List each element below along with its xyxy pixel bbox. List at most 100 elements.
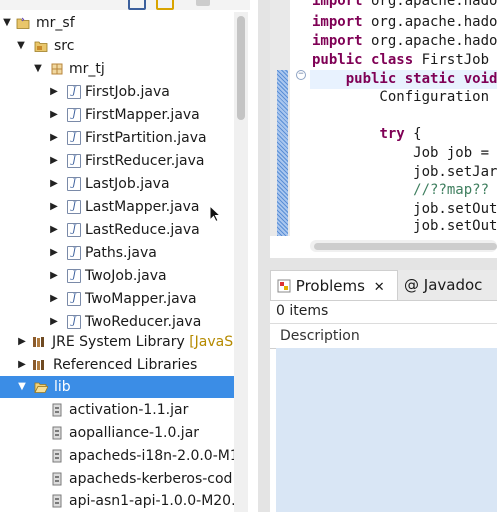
code-text: job.setJar — [312, 164, 497, 180]
mouse-pointer-icon — [209, 205, 221, 223]
package-label: mr_tj — [69, 61, 105, 77]
problems-view: Problems ✕ @ Javadoc 0 items Description — [270, 270, 497, 512]
file-node[interactable]: ▶ J FirstJob.java — [0, 81, 234, 103]
open-folder-icon — [34, 382, 48, 393]
code-comment: //??map?? — [413, 182, 490, 198]
view-menu-icon[interactable] — [196, 0, 210, 6]
code-line[interactable]: import org.apache.hado — [312, 0, 497, 11]
java-file-icon: J — [67, 246, 81, 260]
code-keyword: try — [379, 126, 405, 142]
lib-folder-label: lib — [54, 379, 71, 395]
file-node[interactable]: ▶ J LastJob.java — [0, 173, 234, 195]
expand-arrow-icon[interactable]: ▶ — [48, 219, 60, 241]
project-node[interactable]: ▼ mr_sf — [0, 12, 234, 34]
expand-arrow-icon[interactable]: ▶ — [48, 265, 60, 287]
editor-hscrollbar-thumb[interactable] — [314, 243, 497, 250]
jre-library-label: JRE System Library — [52, 334, 185, 350]
jar-icon — [52, 403, 62, 417]
table-header[interactable]: Description — [270, 323, 497, 349]
package-node[interactable]: ▼ mr_tj — [0, 58, 234, 80]
jar-node[interactable]: activation-1.1.jar — [0, 399, 234, 421]
expand-arrow-icon[interactable]: ▶ — [16, 354, 28, 376]
expand-arrow-icon[interactable]: ▶ — [48, 150, 60, 172]
problems-count: 0 items — [276, 303, 329, 319]
file-node[interactable]: ▶ J LastReduce.java — [0, 219, 234, 241]
code-line[interactable]: Job job = — [312, 144, 489, 163]
code-line[interactable]: public static void — [312, 70, 497, 89]
expand-arrow-icon[interactable]: ▼ — [32, 58, 44, 80]
lib-folder-node[interactable]: ▼ lib — [0, 376, 234, 398]
expand-arrow-icon[interactable]: ▼ — [16, 376, 28, 398]
jar-node[interactable]: aopalliance-1.0.jar — [0, 422, 234, 444]
java-editor[interactable]: − import org.apache.hado import org.apach… — [270, 0, 497, 260]
code-line[interactable]: job.setJar — [312, 163, 497, 182]
jre-library-node[interactable]: ▶ JRE System Library [JavaS — [0, 331, 234, 353]
tab-javadoc-label: @ Javadoc — [404, 276, 483, 294]
code-line[interactable]: try { — [312, 125, 422, 144]
editor-sash[interactable] — [270, 258, 497, 270]
code-text: { — [404, 126, 422, 142]
problems-table-body[interactable] — [276, 348, 497, 512]
library-icon — [33, 337, 44, 347]
code-line[interactable]: job.setOut — [312, 217, 497, 236]
column-description[interactable]: Description — [280, 324, 360, 348]
code-keyword: import — [312, 14, 363, 30]
code-keyword: class — [371, 52, 414, 68]
code-keyword: import — [312, 0, 363, 9]
jar-node[interactable]: apacheds-i18n-2.0.0-M1 — [0, 445, 239, 467]
file-label: FirstPartition.java — [85, 130, 207, 146]
expand-arrow-icon[interactable]: ▶ — [48, 127, 60, 149]
jar-node[interactable]: apacheds-kerberos-cod — [0, 468, 234, 490]
code-text: org.apache.hado — [362, 14, 497, 30]
jar-label: apacheds-kerberos-cod — [69, 471, 233, 487]
expand-arrow-icon[interactable]: ▼ — [1, 12, 13, 34]
collapse-fold-icon[interactable]: − — [296, 70, 306, 80]
code-line[interactable]: Configuration — [312, 88, 489, 107]
file-node[interactable]: ▶ J FirstMapper.java — [0, 104, 234, 126]
file-label: LastReduce.java — [85, 222, 200, 238]
expand-arrow-icon[interactable]: ▶ — [16, 331, 28, 353]
code-keyword: static — [404, 71, 456, 87]
expand-arrow-icon[interactable]: ▶ — [48, 104, 60, 126]
java-file-icon: J — [67, 200, 81, 214]
code-line[interactable]: import org.apache.hado — [312, 13, 497, 32]
jar-label: apacheds-i18n-2.0.0-M1 — [69, 448, 239, 464]
src-folder-node[interactable]: ▼ src — [0, 35, 234, 57]
expand-arrow-icon[interactable]: ▶ — [48, 173, 60, 195]
code-line[interactable]: public class FirstJob — [312, 51, 489, 70]
link-editor-icon[interactable] — [156, 0, 174, 10]
expand-arrow-icon[interactable]: ▶ — [48, 196, 60, 218]
expand-arrow-icon[interactable]: ▶ — [48, 288, 60, 310]
code-line[interactable]: //??map?? — [312, 181, 489, 200]
view-sash[interactable] — [258, 0, 270, 512]
file-node[interactable]: ▶ J TwoMapper.java — [0, 288, 234, 310]
explorer-scrollbar-thumb[interactable] — [237, 16, 245, 120]
file-node[interactable]: ▶ J Paths.java — [0, 242, 234, 264]
expand-arrow-icon[interactable]: ▶ — [48, 81, 60, 103]
code-text: Job job = — [312, 145, 490, 161]
tab-problems-label: Problems — [295, 277, 365, 295]
expand-arrow-icon[interactable]: ▶ — [48, 311, 60, 333]
tab-javadoc[interactable]: @ Javadoc — [404, 270, 497, 300]
file-node[interactable]: ▶ J FirstPartition.java — [0, 127, 234, 149]
jar-node[interactable]: api-asn1-api-1.0.0-M20. — [0, 490, 236, 512]
close-icon[interactable]: ✕ — [374, 280, 385, 295]
file-node[interactable]: ▶ J TwoReducer.java — [0, 311, 234, 333]
code-keyword: void — [463, 71, 497, 87]
file-label: LastMapper.java — [85, 199, 200, 215]
file-label: LastJob.java — [85, 176, 170, 192]
referenced-libraries-node[interactable]: ▶ Referenced Libraries — [0, 354, 234, 376]
collapse-all-icon[interactable] — [128, 0, 146, 10]
file-label: FirstReducer.java — [85, 153, 205, 169]
code-text: org.apache.hado — [362, 33, 497, 49]
file-node[interactable]: ▶ J TwoJob.java — [0, 265, 234, 287]
expand-arrow-icon[interactable]: ▼ — [15, 35, 27, 57]
code-line[interactable]: import org.apache.hado — [312, 32, 497, 51]
file-node[interactable]: ▶ J FirstReducer.java — [0, 150, 234, 172]
code-keyword: import — [312, 33, 363, 49]
jar-label: api-asn1-api-1.0.0-M20. — [69, 493, 236, 509]
tab-problems[interactable]: Problems ✕ — [270, 270, 398, 300]
expand-arrow-icon[interactable]: ▶ — [48, 242, 60, 264]
file-node[interactable]: ▶ J LastMapper.java — [0, 196, 234, 218]
